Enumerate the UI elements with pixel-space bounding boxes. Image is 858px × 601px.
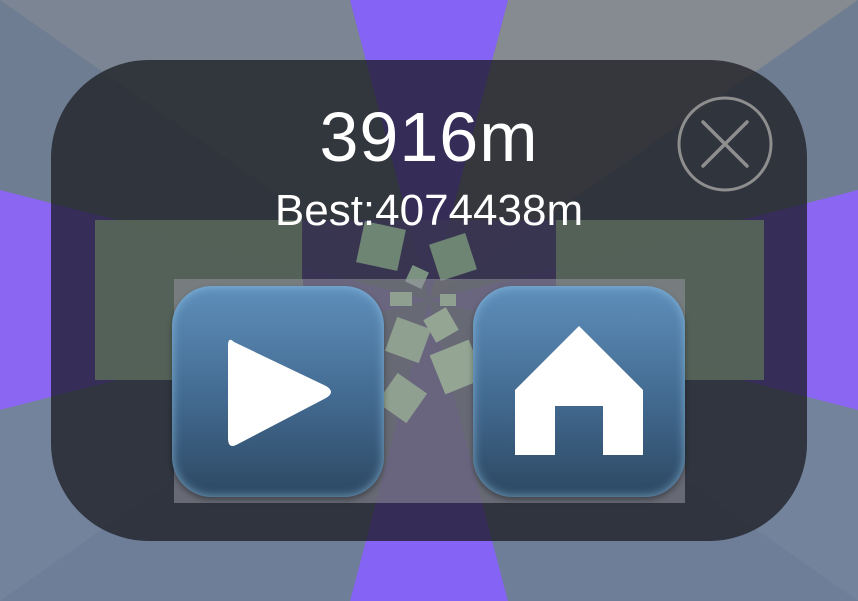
debris-cube: [376, 372, 428, 424]
tray-debris-layer: [376, 292, 485, 424]
game-over-screen: 3916m Best:4074438m: [0, 0, 858, 601]
best-score: Best:4074438m: [274, 186, 584, 235]
play-button[interactable]: [172, 286, 384, 497]
distance-score: 3916m: [319, 98, 539, 176]
debris-cube: [384, 316, 432, 364]
debris-cube: [390, 292, 412, 306]
play-triangle-icon: [228, 339, 331, 446]
debris-cube: [440, 294, 456, 306]
close-x-icon: [677, 96, 773, 192]
house-icon: [515, 326, 643, 455]
home-button[interactable]: [473, 286, 685, 497]
debris-cube: [423, 307, 459, 343]
close-button[interactable]: [677, 96, 773, 192]
